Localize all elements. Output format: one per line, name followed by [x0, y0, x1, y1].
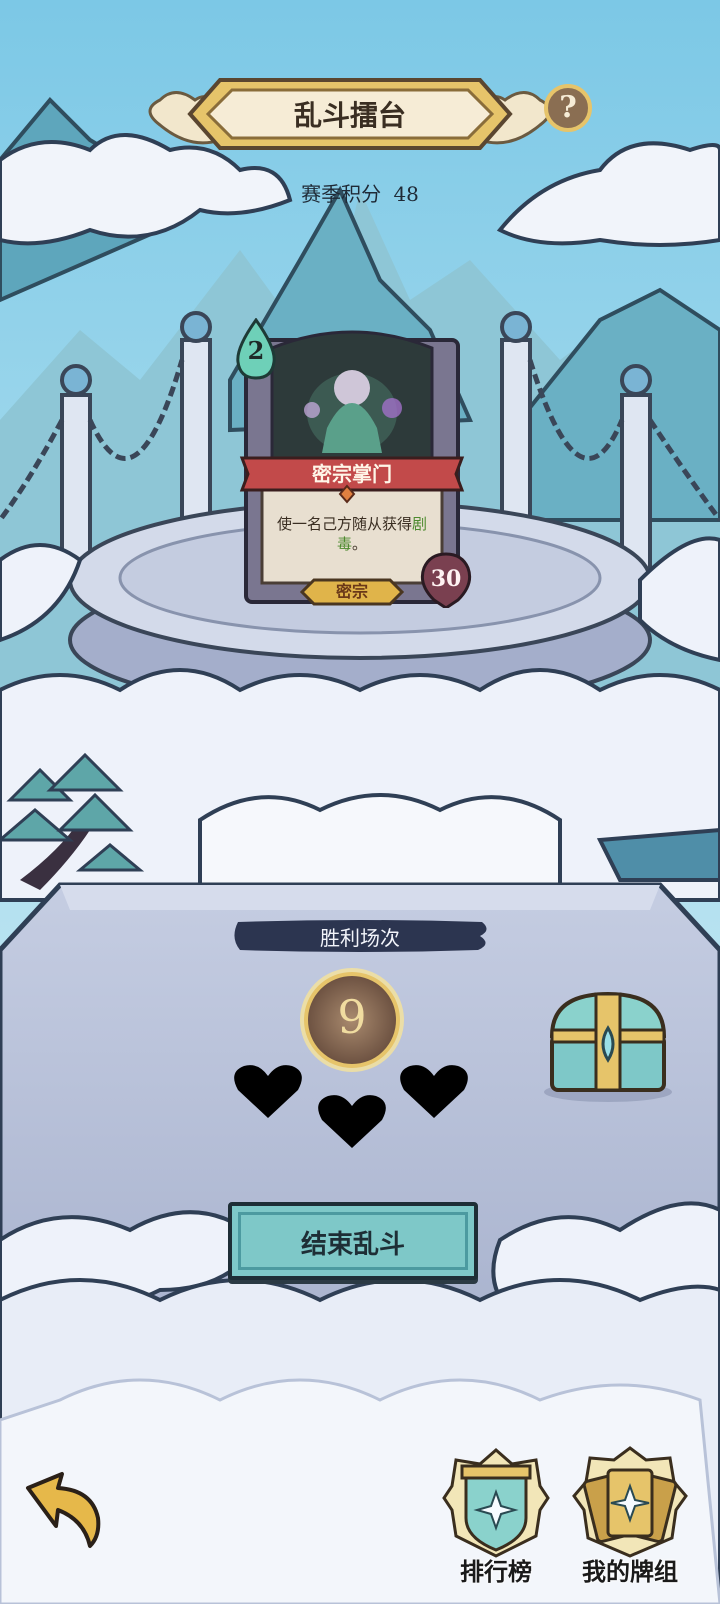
treasure-chest-icon[interactable]: [530, 984, 680, 1104]
wins-value: 9: [337, 990, 367, 1044]
leaderboard-shield-icon: [442, 1448, 550, 1558]
card-name: 密宗掌门: [312, 462, 392, 486]
lives-hearts: [234, 1065, 468, 1148]
season-score-value: 48: [393, 182, 419, 206]
card-desc-suffix: 。: [352, 535, 368, 553]
my-deck-label: 我的牌组: [582, 1557, 678, 1586]
wins-banner: 胜利场次: [230, 918, 490, 954]
my-deck-button[interactable]: 我的牌组: [566, 1446, 694, 1596]
end-brawl-button[interactable]: 结束乱斗: [228, 1202, 478, 1280]
background-scene: [0, 0, 720, 1604]
back-button[interactable]: [22, 1470, 110, 1550]
card-cost: 2: [247, 336, 265, 365]
end-brawl-label: 结束乱斗: [300, 1230, 405, 1260]
minion-card[interactable]: 2 密宗掌门 使一名己方随从获得剧毒。 密宗 30: [232, 318, 472, 608]
heart-icon: [318, 1095, 386, 1148]
season-score-label: 赛季积分: [301, 182, 382, 206]
question-mark-icon: ?: [559, 90, 577, 125]
card-tag: 密宗: [335, 582, 368, 601]
card-health: 30: [430, 566, 462, 592]
help-button[interactable]: ?: [544, 84, 592, 132]
deck-cards-icon: [572, 1446, 688, 1558]
card-desc-text: 使一名己方随从获得: [276, 515, 412, 533]
heart-icon: [400, 1065, 468, 1118]
leaderboard-label: 排行榜: [460, 1557, 532, 1586]
wins-counter: 9: [298, 966, 406, 1074]
title-banner: 乱斗擂台: [140, 70, 560, 160]
season-score: 赛季积分 48: [260, 178, 460, 207]
heart-icon: [234, 1065, 302, 1118]
back-arrow-icon: [26, 1472, 101, 1548]
card-description: 使一名己方随从获得剧毒。: [268, 514, 436, 554]
leaderboard-button[interactable]: 排行榜: [440, 1446, 552, 1596]
page-title: 乱斗擂台: [293, 99, 406, 132]
wins-label: 胜利场次: [320, 926, 400, 950]
